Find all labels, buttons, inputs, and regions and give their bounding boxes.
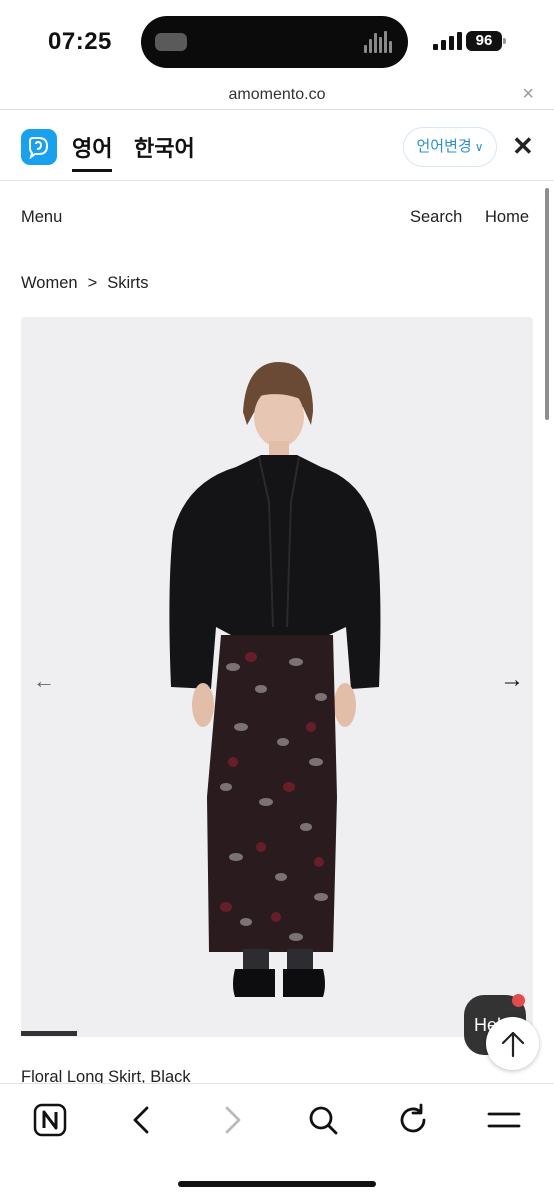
- close-icon[interactable]: ×: [522, 83, 534, 106]
- tab-korean[interactable]: 한국어: [134, 131, 195, 163]
- change-language-button[interactable]: 언어변경 ∨: [403, 127, 497, 167]
- audio-waveform-icon: [364, 31, 394, 53]
- next-image-arrow-icon[interactable]: →: [500, 666, 524, 694]
- status-time: 07:25: [48, 28, 112, 55]
- scroll-to-top-button[interactable]: [486, 1017, 539, 1070]
- forward-icon[interactable]: [214, 1102, 250, 1138]
- menu-link[interactable]: Menu: [21, 208, 62, 227]
- translate-logo-icon: [21, 129, 57, 165]
- page-scrollbar[interactable]: [545, 188, 549, 420]
- breadcrumb: Women > Skirts: [21, 274, 148, 293]
- menu-icon[interactable]: [486, 1102, 522, 1138]
- breadcrumb-skirts[interactable]: Skirts: [107, 274, 148, 292]
- dynamic-island: [141, 16, 408, 68]
- image-slider-progress: [21, 1031, 533, 1036]
- product-image[interactable]: [21, 317, 533, 1037]
- breadcrumb-women[interactable]: Women: [21, 274, 78, 292]
- search-link[interactable]: Search: [410, 208, 462, 227]
- model-photo: [169, 362, 381, 997]
- url-domain[interactable]: amomento.co: [0, 86, 554, 104]
- tab-english[interactable]: 영어: [72, 131, 113, 172]
- breadcrumb-separator: >: [87, 274, 98, 292]
- change-language-label: 언어변경: [416, 138, 472, 155]
- back-icon[interactable]: [124, 1102, 160, 1138]
- naver-home-icon[interactable]: [32, 1102, 68, 1138]
- translation-bar: 영어 한국어 언어변경 ∨ ✕: [0, 111, 554, 181]
- search-icon[interactable]: [305, 1102, 341, 1138]
- close-translation-icon[interactable]: ✕: [512, 133, 534, 159]
- url-bar[interactable]: amomento.co ×: [0, 82, 554, 110]
- notification-dot: [512, 994, 525, 1007]
- slider-progress-fill: [21, 1031, 78, 1036]
- previous-image-arrow-icon[interactable]: ←: [33, 668, 55, 694]
- status-bar: 07:25 96: [0, 0, 554, 82]
- chevron-down-icon: ∨: [474, 140, 484, 154]
- live-activity-icon: [155, 33, 187, 51]
- cellular-signal-icon: [433, 32, 463, 50]
- home-indicator[interactable]: [178, 1181, 376, 1187]
- reload-icon[interactable]: [395, 1102, 431, 1138]
- battery-icon: 96: [466, 31, 506, 51]
- arrow-up-icon: [501, 1031, 525, 1058]
- home-link[interactable]: Home: [485, 208, 529, 227]
